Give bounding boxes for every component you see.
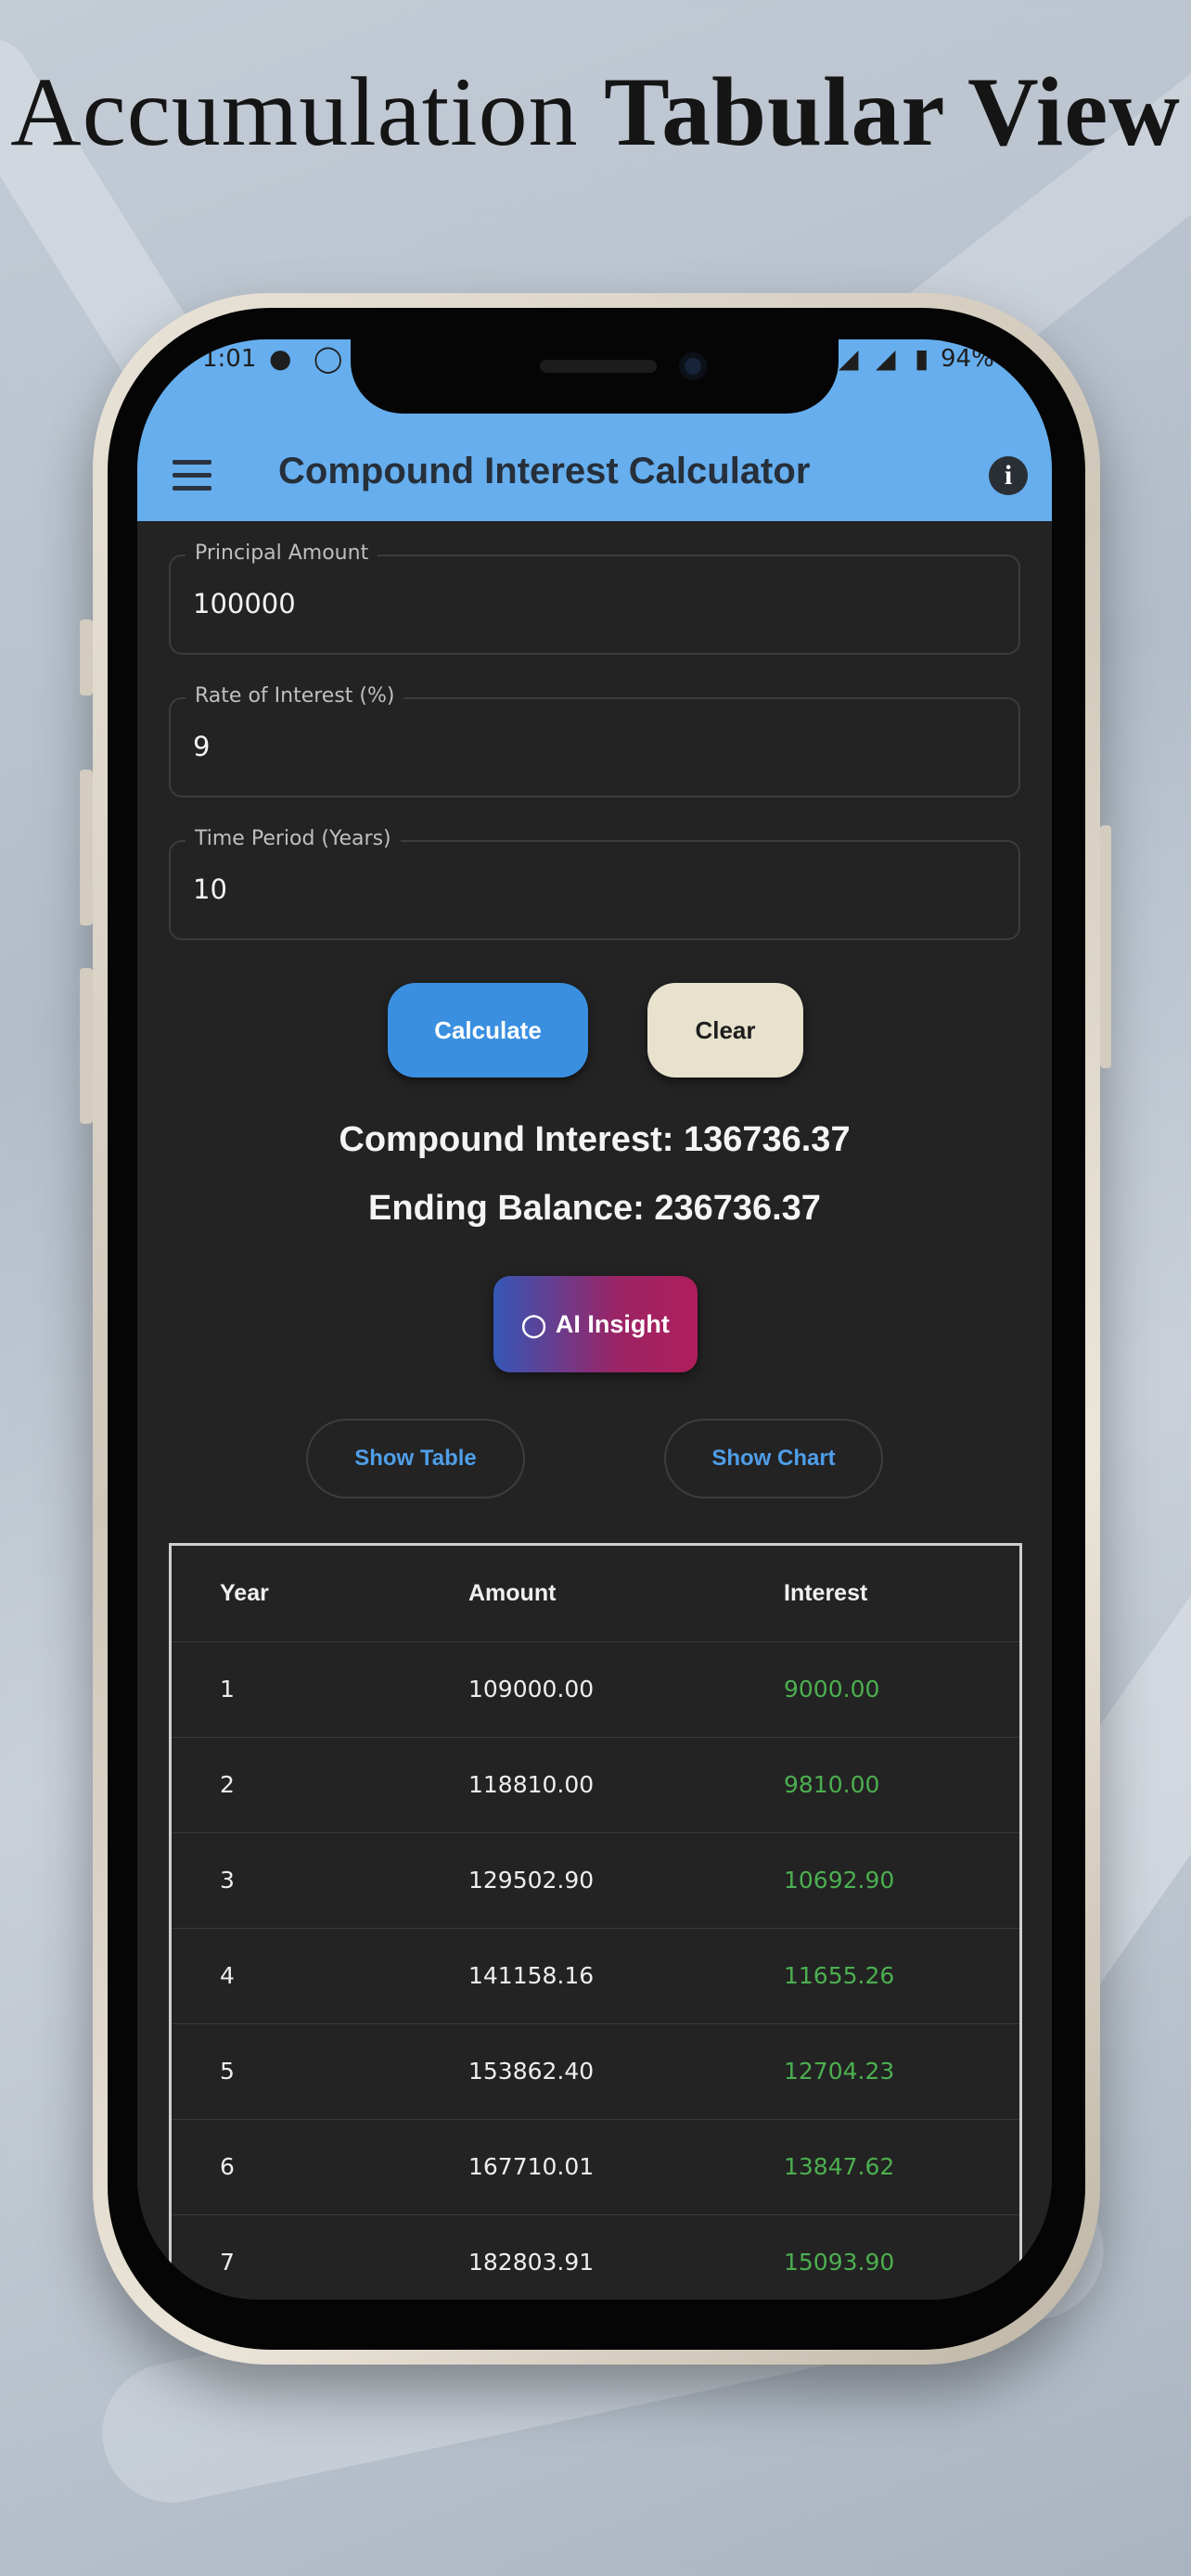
table-header: Year Amount Interest	[172, 1546, 1019, 1642]
cell-interest: 9810.00	[784, 1771, 880, 1798]
table-row: 5 153862.40 12704.23	[172, 2023, 1019, 2120]
phone-side-button	[1100, 825, 1111, 1068]
cell-year: 3	[220, 1867, 235, 1894]
period-input[interactable]	[193, 874, 991, 905]
cell-interest: 13847.62	[784, 2153, 895, 2180]
rate-field[interactable]: Rate of Interest (%)	[169, 684, 1020, 797]
cell-amount: 182803.91	[468, 2249, 595, 2276]
principal-label: Principal Amount	[186, 542, 378, 565]
phone-side-button	[80, 619, 93, 695]
phone-side-button	[80, 968, 93, 1124]
table-row: 3 129502.90 10692.90	[172, 1832, 1019, 1929]
principal-field[interactable]: Principal Amount	[169, 542, 1020, 655]
headline-regular: Accumulation	[10, 57, 579, 166]
snapchat-icon: ●	[269, 343, 292, 374]
interest-table: Year Amount Interest 1 109000.00 9000.00…	[169, 1543, 1022, 2300]
cell-amount: 129502.90	[468, 1867, 595, 1894]
cell-interest: 15093.90	[784, 2249, 895, 2276]
table-row: 7 182803.91 15093.90	[172, 2214, 1019, 2300]
compound-interest-result: Compound Interest: 136736.37	[339, 1120, 851, 1159]
cell-year: 6	[220, 2153, 235, 2180]
header-amount: Amount	[468, 1580, 557, 1606]
phone-screen: 1:01 ● ◯ ◢ ◢ ▮ 94% Compound Interest Cal…	[137, 339, 1052, 2300]
cell-year: 1	[220, 1676, 235, 1702]
app-bar: Compound Interest Calculator i	[137, 432, 1052, 521]
period-field[interactable]: Time Period (Years)	[169, 827, 1020, 940]
cell-year: 4	[220, 1962, 235, 1989]
status-time: 1:01	[202, 345, 257, 373]
menu-icon[interactable]	[173, 460, 211, 491]
phone-side-button	[80, 770, 93, 925]
header-year: Year	[220, 1580, 269, 1606]
cell-amount: 153862.40	[468, 2058, 595, 2085]
show-table-button[interactable]: Show Table	[306, 1419, 525, 1498]
cell-year: 5	[220, 2058, 235, 2085]
ai-insight-button[interactable]: ◯ AI Insight	[493, 1276, 698, 1372]
phone-notch	[351, 339, 839, 414]
battery-icon: ▮	[915, 343, 929, 374]
cell-amount: 141158.16	[468, 1962, 595, 1989]
front-camera	[679, 352, 707, 380]
app-title: Compound Interest Calculator	[278, 451, 811, 491]
lightbulb-icon: ◯	[521, 1313, 546, 1338]
cell-year: 7	[220, 2249, 235, 2276]
page-headline: Accumulation Tabular View	[0, 56, 1191, 169]
rate-input[interactable]	[193, 731, 991, 762]
cell-amount: 167710.01	[468, 2153, 595, 2180]
cell-interest: 12704.23	[784, 2058, 895, 2085]
rate-label: Rate of Interest (%)	[186, 684, 404, 708]
table-row: 2 118810.00 9810.00	[172, 1737, 1019, 1833]
table-row: 1 109000.00 9000.00	[172, 1641, 1019, 1738]
cell-year: 2	[220, 1771, 235, 1798]
cell-interest: 10692.90	[784, 1867, 895, 1894]
cell-amount: 118810.00	[468, 1771, 595, 1798]
cell-interest: 9000.00	[784, 1676, 880, 1702]
cell-interest: 11655.26	[784, 1962, 895, 1989]
headline-bold: Tabular View	[604, 57, 1181, 166]
period-label: Time Period (Years)	[186, 827, 401, 850]
cell-amount: 109000.00	[468, 1676, 595, 1702]
ending-balance-result: Ending Balance: 236736.37	[368, 1189, 821, 1228]
table-row: 4 141158.16 11655.26	[172, 1928, 1019, 2024]
info-icon[interactable]: i	[989, 456, 1028, 495]
battery-percent: 94%	[941, 345, 994, 373]
header-interest: Interest	[784, 1580, 868, 1606]
clear-button[interactable]: Clear	[647, 983, 803, 1078]
speaker	[540, 360, 657, 373]
instagram-icon: ◯	[314, 343, 343, 374]
signal-icon: ◢	[876, 343, 896, 374]
show-chart-button[interactable]: Show Chart	[664, 1419, 883, 1498]
principal-input[interactable]	[193, 588, 991, 619]
ai-insight-label: AI Insight	[555, 1310, 670, 1338]
table-row: 6 167710.01 13847.62	[172, 2119, 1019, 2215]
signal-icon: ◢	[839, 343, 859, 374]
calculate-button[interactable]: Calculate	[388, 983, 588, 1078]
